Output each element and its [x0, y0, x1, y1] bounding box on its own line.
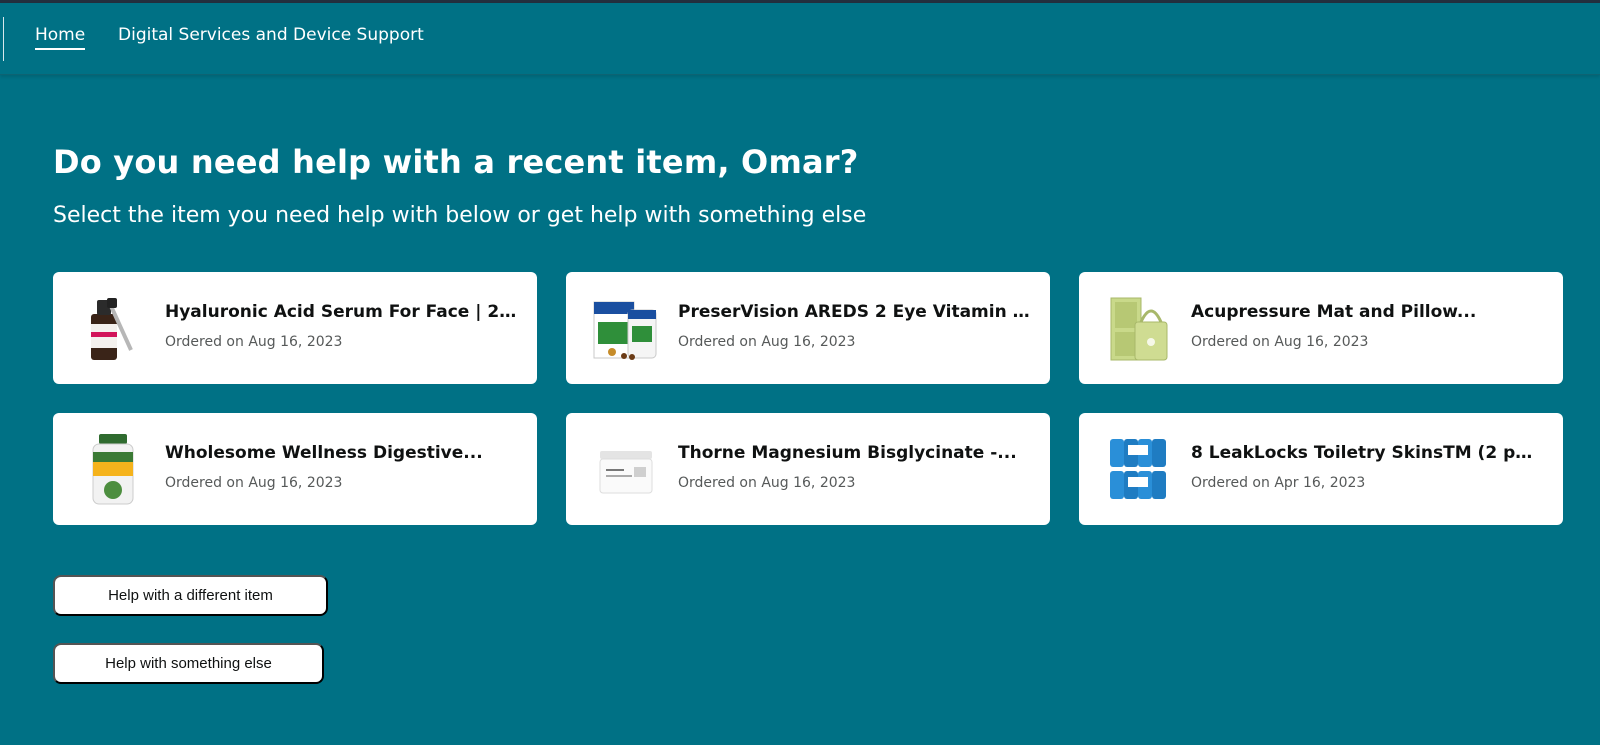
recent-item-card[interactable]: Acupressure Mat and Pillow... Ordered on… — [1079, 272, 1563, 384]
recent-item-card[interactable]: Thorne Magnesium Bisglycinate -... Order… — [566, 413, 1050, 525]
item-title: PreserVision AREDS 2 Eye Vitamin &... — [678, 302, 1030, 322]
top-navigation: Home Digital Services and Device Support — [0, 3, 1600, 75]
recent-item-card[interactable]: Wholesome Wellness Digestive... Ordered … — [53, 413, 537, 525]
supplement-bottle-image — [79, 431, 147, 507]
item-order-date: Ordered on Aug 16, 2023 — [1191, 334, 1369, 350]
nav-home-link[interactable]: Home — [35, 25, 86, 50]
vitamin-box-bottle-image — [592, 290, 660, 366]
serum-dropper-bottle-image — [79, 290, 147, 366]
item-title: Thorne Magnesium Bisglycinate -... — [678, 443, 1017, 463]
item-title: Acupressure Mat and Pillow... — [1191, 302, 1477, 322]
acupressure-mat-bag-image — [1105, 290, 1173, 366]
help-something-else-button[interactable]: Help with something else — [53, 643, 324, 684]
page-heading: Do you need help with a recent item, Oma… — [53, 143, 859, 181]
nav-digital-services-link[interactable]: Digital Services and Device Support — [118, 25, 424, 45]
recent-item-card[interactable]: Hyaluronic Acid Serum For Face | 2 o... … — [53, 272, 537, 384]
item-order-date: Ordered on Apr 16, 2023 — [1191, 475, 1366, 491]
nav-divider — [3, 17, 4, 61]
item-title: Wholesome Wellness Digestive... — [165, 443, 483, 463]
item-order-date: Ordered on Aug 16, 2023 — [165, 334, 343, 350]
page-subheading: Select the item you need help with below… — [53, 203, 867, 228]
toiletry-skins-pack-image — [1105, 431, 1173, 507]
item-title: Hyaluronic Acid Serum For Face | 2 o... — [165, 302, 517, 322]
item-order-date: Ordered on Aug 16, 2023 — [678, 475, 856, 491]
recent-item-card[interactable]: PreserVision AREDS 2 Eye Vitamin &... Or… — [566, 272, 1050, 384]
item-order-date: Ordered on Aug 16, 2023 — [678, 334, 856, 350]
help-different-item-button[interactable]: Help with a different item — [53, 575, 328, 616]
item-order-date: Ordered on Aug 16, 2023 — [165, 475, 343, 491]
powder-jar-image — [592, 431, 660, 507]
recent-item-card[interactable]: 8 LeakLocks Toiletry SkinsTM (2 pks... O… — [1079, 413, 1563, 525]
item-title: 8 LeakLocks Toiletry SkinsTM (2 pks... — [1191, 443, 1543, 463]
